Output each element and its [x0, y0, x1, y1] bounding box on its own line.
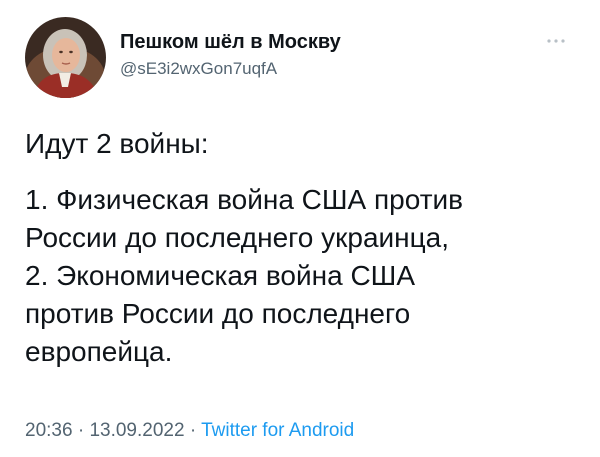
meta-separator: ·: [189, 420, 197, 441]
more-dots-icon: [547, 39, 565, 43]
portrait-avatar-icon: [25, 17, 106, 98]
tweet-body-line: 2. Экономическая война США: [25, 260, 416, 291]
user-handle[interactable]: @sE3i2wxGon7uqfA: [120, 59, 277, 79]
more-options-button[interactable]: [544, 34, 572, 48]
tweet-body-line: европейца.: [25, 336, 173, 367]
tweet-text: Идут 2 войны: 1. Физическая война США пр…: [25, 125, 585, 371]
tweet-intro-line: Идут 2 войны:: [25, 128, 209, 159]
tweet-body-line: 1. Физическая война США против: [25, 184, 464, 215]
tweet-body-line: России до последнего украинца,: [25, 222, 450, 253]
avatar[interactable]: [25, 17, 106, 98]
tweet-time[interactable]: 20:36: [25, 420, 73, 441]
display-name[interactable]: Пешком шёл в Москву: [120, 31, 341, 54]
meta-separator: ·: [77, 420, 85, 441]
tweet-meta: 20:36 · 13.09.2022 · Twitter for Android: [25, 420, 354, 442]
tweet-date[interactable]: 13.09.2022: [89, 420, 184, 441]
tweet-source-link[interactable]: Twitter for Android: [201, 420, 354, 441]
tweet-body-line: против России до последнего: [25, 298, 411, 329]
tweet-card: Пешком шёл в Москву @sE3i2wxGon7uqfA Иду…: [0, 0, 600, 457]
